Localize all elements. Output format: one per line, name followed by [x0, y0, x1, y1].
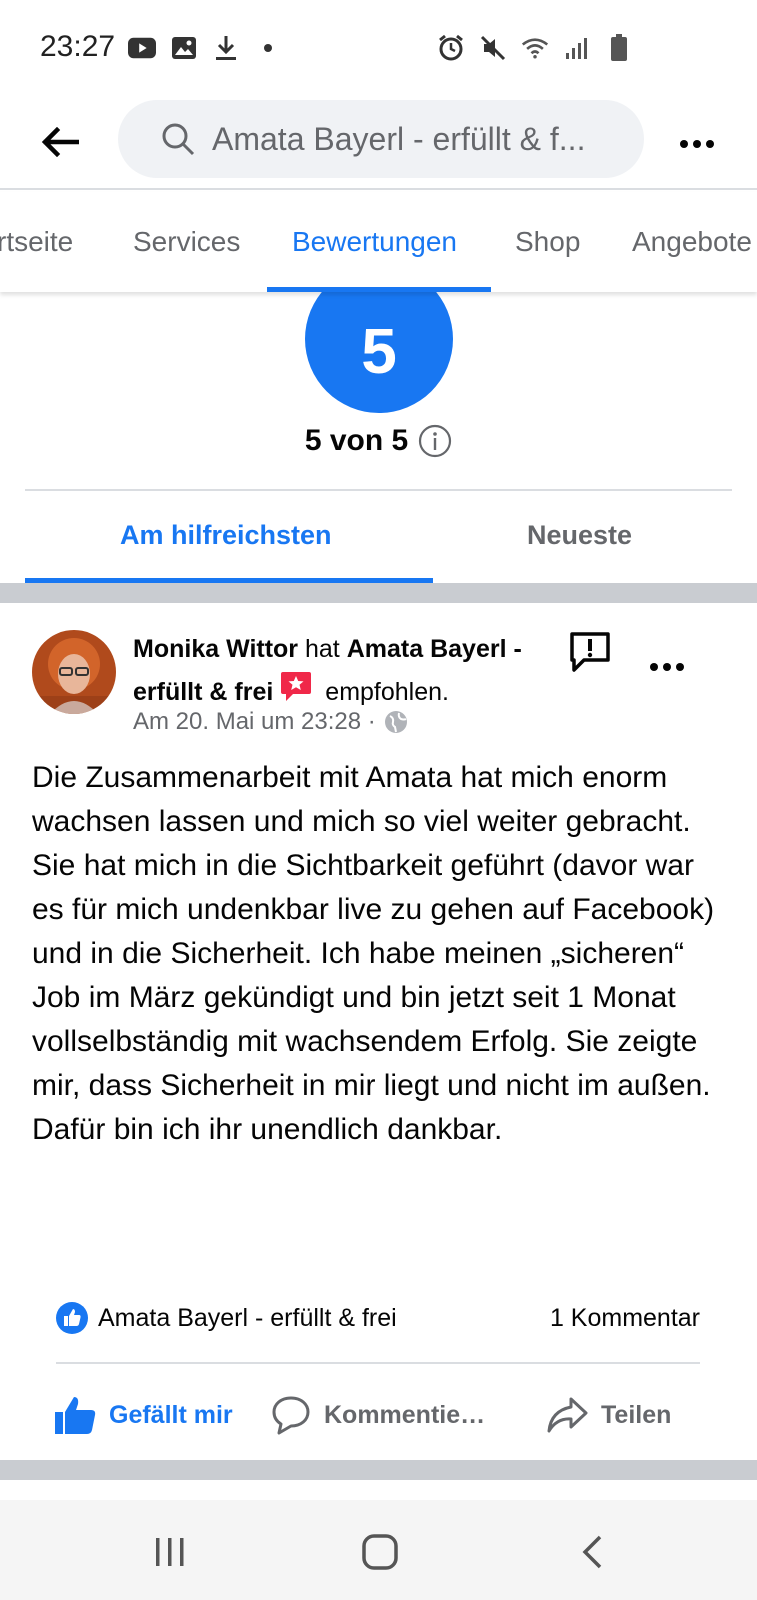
tab-bewertungen[interactable]: Bewertungen: [292, 226, 457, 258]
recommended-text: empfohlen.: [325, 678, 449, 707]
status-time: 23:27: [40, 30, 116, 63]
back-button[interactable]: [36, 118, 84, 166]
review-meta: Am 20. Mai um 23:28 ·: [133, 708, 408, 736]
info-icon[interactable]: [418, 424, 452, 458]
home-button[interactable]: [358, 1530, 402, 1574]
globe-icon: [384, 711, 407, 733]
rating-summary-text: 5 von 5: [304, 424, 409, 457]
active-tab-indicator: [267, 287, 491, 292]
tab-services[interactable]: Services: [133, 226, 240, 258]
wifi-icon: [521, 34, 549, 62]
search-icon: [162, 123, 195, 156]
dot-icon: [254, 34, 282, 62]
search-header: Amata Bayerl - erfüllt & f...: [0, 96, 757, 190]
tab-startseite[interactable]: rtseite: [0, 226, 73, 258]
rating-summary: 5 von 5: [0, 424, 757, 458]
system-nav-bar: [0, 1500, 757, 1600]
back-nav-button[interactable]: [570, 1530, 614, 1574]
divider: [25, 489, 732, 491]
liked-by-text[interactable]: Amata Bayerl - erfüllt & frei: [98, 1304, 397, 1333]
like-label: Gefällt mir: [109, 1400, 233, 1429]
battery-icon: [605, 34, 633, 62]
section-separator: [0, 1460, 757, 1480]
share-icon: [547, 1397, 588, 1433]
more-dots-icon: [650, 663, 684, 671]
recent-apps-button[interactable]: [148, 1530, 192, 1574]
status-system-icons: [437, 34, 633, 62]
thumbs-up-icon: [55, 1397, 96, 1434]
gallery-icon: [170, 34, 198, 62]
youtube-icon: [128, 34, 156, 62]
status-bar: 23:27: [0, 0, 757, 96]
comment-label: Kommentie…: [324, 1400, 486, 1429]
reactions-row: Amata Bayerl - erfüllt & frei 1 Kommenta…: [56, 1300, 700, 1336]
avatar[interactable]: [32, 630, 116, 714]
report-button[interactable]: [568, 630, 612, 674]
report-icon: [570, 632, 610, 672]
review-verb: hat: [305, 635, 340, 663]
search-query: Amata Bayerl - erfüllt & f...: [212, 120, 586, 157]
mute-icon: [479, 34, 507, 62]
arrow-left-icon: [41, 127, 79, 157]
signal-icon: [563, 34, 591, 62]
more-dots-icon: [680, 140, 714, 148]
share-button[interactable]: Teilen: [545, 1390, 671, 1440]
comment-icon: [272, 1396, 310, 1435]
home-icon: [362, 1534, 398, 1570]
review-text: Die Zusammenarbeit mit Amata hat mich en…: [32, 761, 715, 1146]
like-badge-icon: [56, 1302, 88, 1334]
status-notifications: [128, 34, 282, 62]
like-button[interactable]: Gefällt mir: [53, 1390, 233, 1440]
chevron-left-icon: [582, 1535, 602, 1569]
comment-count[interactable]: 1 Kommentar: [550, 1304, 700, 1333]
tab-shop[interactable]: Shop: [515, 226, 580, 258]
share-label: Teilen: [601, 1400, 672, 1429]
sort-newest[interactable]: Neueste: [527, 520, 632, 551]
profile-photo: [32, 630, 116, 714]
comment-button[interactable]: Kommentie…: [270, 1390, 485, 1440]
tab-angebote[interactable]: Angebote: [632, 226, 752, 258]
divider: [56, 1362, 700, 1364]
section-separator: [0, 583, 757, 603]
author-name[interactable]: Monika Wittor: [133, 635, 298, 663]
recent-apps-icon: [156, 1538, 184, 1566]
review-more-button[interactable]: [648, 660, 688, 676]
download-icon: [212, 34, 240, 62]
sort-most-helpful[interactable]: Am hilfreichsten: [120, 520, 332, 551]
more-options-button[interactable]: [675, 124, 719, 164]
page-tabs: rtseite Services Bewertungen Shop Angebo…: [0, 192, 757, 292]
alarm-icon: [437, 34, 465, 62]
review-header: Monika Wittor hat Amata Bayerl - erfüllt…: [133, 628, 553, 717]
search-bar[interactable]: Amata Bayerl - erfüllt & f...: [118, 100, 644, 178]
review-timestamp[interactable]: Am 20. Mai um 23:28 ·: [133, 708, 376, 736]
